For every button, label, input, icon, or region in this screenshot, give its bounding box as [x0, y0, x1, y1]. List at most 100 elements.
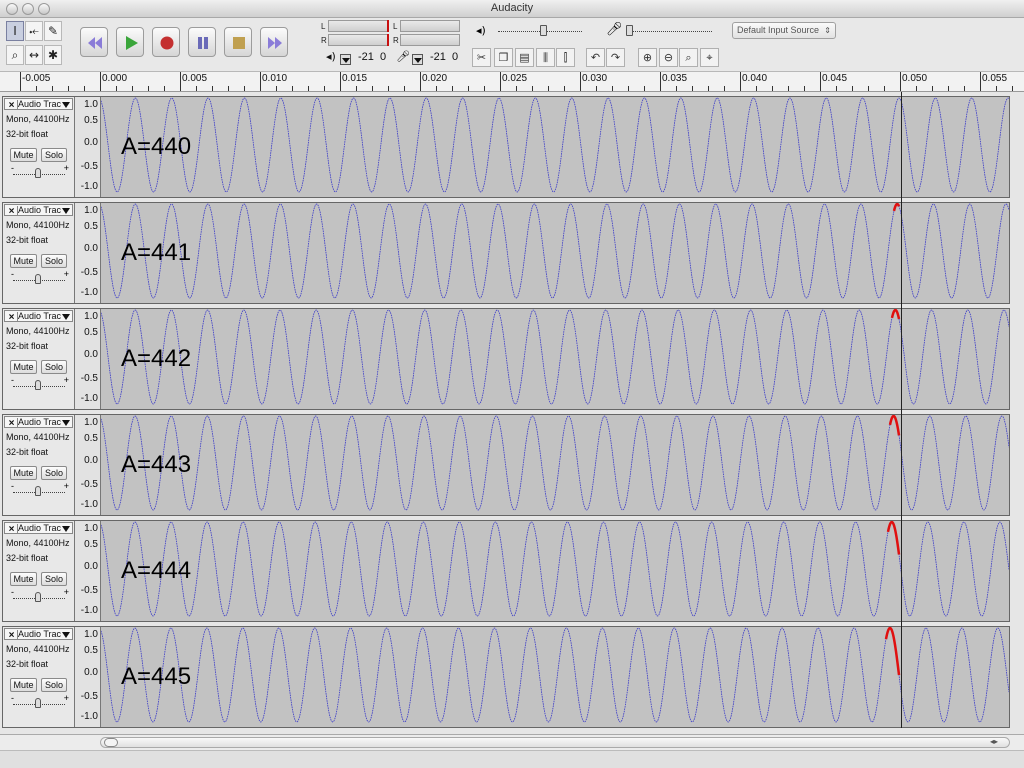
stop-button[interactable]	[224, 27, 252, 57]
audio-track[interactable]: × Audio Trac Mono, 44100Hz 32-bit float …	[2, 626, 1010, 728]
chevron-down-icon[interactable]	[62, 420, 70, 426]
track-name-menu[interactable]: × Audio Trac	[4, 204, 73, 216]
waveform-area[interactable]: A=444	[101, 521, 1009, 621]
copy-button[interactable]: ❐	[494, 48, 513, 67]
gain-thumb[interactable]	[35, 698, 41, 708]
audio-track[interactable]: × Audio Trac Mono, 44100Hz 32-bit float …	[2, 520, 1010, 622]
gain-slider[interactable]: - +	[11, 587, 69, 605]
gain-thumb[interactable]	[35, 592, 41, 602]
waveform-area[interactable]: A=442	[101, 309, 1009, 409]
gain-thumb[interactable]	[35, 168, 41, 178]
gain-slider[interactable]: - +	[11, 269, 69, 287]
chevron-down-icon[interactable]	[62, 526, 70, 532]
input-volume-thumb[interactable]	[626, 25, 633, 36]
timeshift-tool-button[interactable]: ↔	[25, 45, 43, 65]
ruler-minor-tick	[548, 86, 549, 91]
amplitude-label: -0.5	[80, 161, 98, 172]
chevron-down-icon[interactable]	[62, 102, 70, 108]
gain-slider[interactable]: - +	[11, 163, 69, 181]
zoom-out-button[interactable]: ⊖	[659, 48, 678, 67]
close-track-icon[interactable]: ×	[6, 312, 18, 321]
mute-button[interactable]: Mute	[10, 466, 37, 480]
track-annotation: A=442	[121, 345, 192, 372]
track-name-menu[interactable]: × Audio Trac	[4, 628, 73, 640]
waveform-area[interactable]: A=441	[101, 203, 1009, 303]
phase-drift-highlight	[886, 521, 901, 555]
zoom-in-button[interactable]: ⊕	[638, 48, 657, 67]
track-format: Mono, 44100Hz	[6, 326, 70, 336]
solo-button[interactable]: Solo	[41, 572, 67, 586]
timeline-ruler[interactable]: -0.005 0.000 0.005 0.010 0.015 0.020 0.025 0.03…	[0, 72, 1024, 92]
close-track-icon[interactable]: ×	[6, 418, 18, 427]
gain-slider[interactable]: - +	[11, 693, 69, 711]
waveform-svg	[101, 521, 1009, 617]
waveform-area[interactable]: A=443	[101, 415, 1009, 515]
chevron-down-icon[interactable]	[62, 208, 70, 214]
mute-button[interactable]: Mute	[10, 360, 37, 374]
mute-button[interactable]: Mute	[10, 148, 37, 162]
plus-icon: +	[63, 269, 69, 279]
audio-track[interactable]: × Audio Trac Mono, 44100Hz 32-bit float …	[2, 202, 1010, 304]
solo-button[interactable]: Solo	[41, 360, 67, 374]
solo-button[interactable]: Solo	[41, 148, 67, 162]
fit-window-button[interactable]: ⌖	[700, 48, 719, 67]
input-source-select[interactable]: Default Input Source ⇕	[732, 22, 836, 39]
audio-track[interactable]: × Audio Trac Mono, 44100Hz 32-bit float …	[2, 414, 1010, 516]
gain-slider[interactable]: - +	[11, 481, 69, 499]
waveform-area[interactable]: A=440	[101, 97, 1009, 197]
horizontal-scrollbar[interactable]: ◂▸	[0, 734, 1024, 750]
close-track-icon[interactable]: ×	[6, 206, 18, 215]
audio-track[interactable]: × Audio Trac Mono, 44100Hz 32-bit float …	[2, 96, 1010, 198]
rec-meter-right	[400, 34, 460, 46]
pause-button[interactable]	[188, 27, 216, 57]
chevron-down-icon[interactable]	[62, 314, 70, 320]
mute-button[interactable]: Mute	[10, 572, 37, 586]
audio-track[interactable]: × Audio Trac Mono, 44100Hz 32-bit float …	[2, 308, 1010, 410]
gain-thumb[interactable]	[35, 274, 41, 284]
silence-button[interactable]: ⫿	[556, 48, 575, 67]
scroll-arrows-icon[interactable]: ◂▸	[990, 737, 998, 746]
select-tool-button[interactable]: I	[6, 21, 24, 41]
input-volume-slider[interactable]	[626, 31, 712, 32]
cut-button[interactable]: ✂	[472, 48, 491, 67]
skip-to-end-button[interactable]	[260, 27, 288, 57]
undo-button[interactable]: ↶	[586, 48, 605, 67]
mute-button[interactable]: Mute	[10, 678, 37, 692]
solo-button[interactable]: Solo	[41, 678, 67, 692]
envelope-tool-button[interactable]: ⤝	[25, 21, 43, 41]
fit-selection-button[interactable]: ⌕	[679, 48, 698, 67]
scroll-thumb[interactable]	[104, 738, 118, 747]
close-track-icon[interactable]: ×	[6, 100, 18, 109]
draw-tool-button[interactable]: ✎	[44, 21, 62, 41]
close-track-icon[interactable]: ×	[6, 630, 18, 639]
ruler-label: 0.000	[102, 73, 128, 84]
rec-meter-menu[interactable]	[412, 54, 423, 65]
track-name-menu[interactable]: × Audio Trac	[4, 98, 73, 110]
paste-button[interactable]: ▤	[515, 48, 534, 67]
skip-to-start-button[interactable]	[80, 27, 108, 57]
close-track-icon[interactable]: ×	[6, 524, 18, 533]
gain-slider[interactable]: - +	[11, 375, 69, 393]
record-button[interactable]	[152, 27, 180, 57]
solo-button[interactable]: Solo	[41, 254, 67, 268]
solo-button[interactable]: Solo	[41, 466, 67, 480]
track-name-menu[interactable]: × Audio Trac	[4, 310, 73, 322]
scroll-track[interactable]	[100, 737, 1010, 748]
play-meter-menu[interactable]	[340, 54, 351, 65]
zoom-tool-button[interactable]: ⌕	[6, 45, 24, 65]
waveform-area[interactable]: A=445	[101, 627, 1009, 727]
waveform-svg	[101, 97, 1009, 193]
output-volume-thumb[interactable]	[540, 25, 547, 36]
redo-button[interactable]: ↷	[606, 48, 625, 67]
trim-button[interactable]: ⫼	[536, 48, 555, 67]
multi-tool-button[interactable]: ✱	[44, 45, 62, 65]
gain-thumb[interactable]	[35, 486, 41, 496]
track-name-menu[interactable]: × Audio Trac	[4, 522, 73, 534]
chevron-down-icon[interactable]	[62, 632, 70, 638]
play-button[interactable]	[116, 27, 144, 57]
phase-drift-highlight	[888, 415, 901, 436]
track-bit-depth: 32-bit float	[6, 341, 49, 351]
mute-button[interactable]: Mute	[10, 254, 37, 268]
track-name-menu[interactable]: × Audio Trac	[4, 416, 73, 428]
gain-thumb[interactable]	[35, 380, 41, 390]
